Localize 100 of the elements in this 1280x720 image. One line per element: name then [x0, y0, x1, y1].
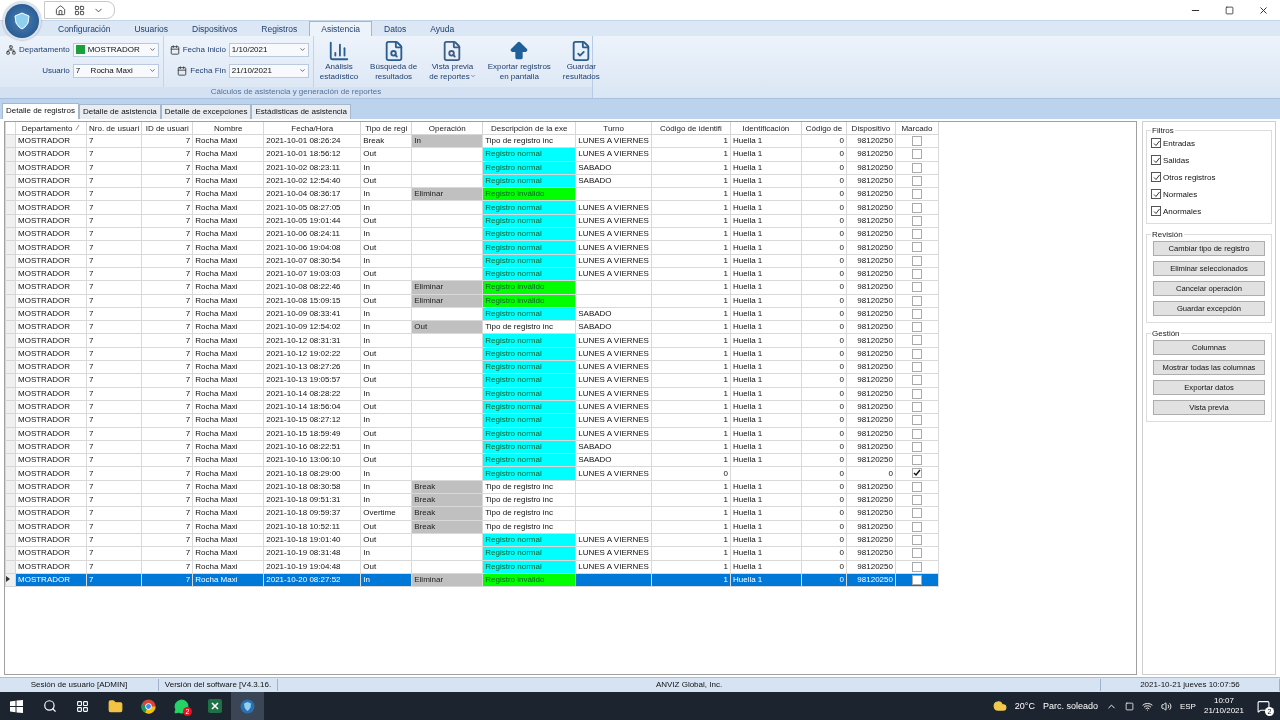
checkbox[interactable]: [911, 375, 922, 386]
checkbox-label: Otros registros: [1163, 172, 1216, 182]
calendar-icon: [169, 44, 180, 55]
taskbar-clock[interactable]: 10:07 21/10/2021: [1203, 696, 1244, 716]
checkbox[interactable]: [911, 455, 922, 466]
checkbox[interactable]: [911, 189, 922, 200]
column-header[interactable]: Descripción de la exe: [482, 122, 576, 135]
network-icon[interactable]: [1141, 700, 1153, 712]
checkbox[interactable]: [911, 401, 922, 412]
menu-tab[interactable]: Ayuda: [418, 21, 467, 36]
spreadsheet-icon: [207, 699, 222, 713]
checkbox[interactable]: [1151, 138, 1161, 148]
checkbox[interactable]: [911, 388, 922, 399]
checkbox[interactable]: [911, 335, 922, 346]
checkbox[interactable]: [911, 481, 922, 492]
checkbox-label: Salidas: [1163, 155, 1190, 165]
checkbox[interactable]: [911, 428, 922, 439]
checkbox[interactable]: [911, 308, 922, 319]
checkbox[interactable]: [911, 269, 922, 279]
ribbon-button[interactable]: Guardar resultados: [556, 36, 606, 87]
field-label: Usuario: [42, 66, 70, 75]
app-taskbar-button[interactable]: [231, 692, 264, 720]
checkbox[interactable]: [911, 322, 922, 333]
ribbon-button[interactable]: Búsqueda de resultados: [364, 36, 424, 87]
menu-tab[interactable]: Usuarios: [122, 21, 180, 36]
column-header[interactable]: Nro. de usuari: [86, 122, 142, 135]
column-header[interactable]: Fecha/Hora: [263, 122, 361, 135]
checkbox[interactable]: [911, 202, 922, 213]
browser-icon: [141, 698, 156, 714]
checkbox[interactable]: [911, 295, 922, 306]
menu-tab[interactable]: Registros: [249, 21, 310, 36]
checkbox[interactable]: [911, 136, 922, 147]
menu-tab[interactable]: Configuración: [46, 21, 123, 36]
view-tab[interactable]: Detalle de asistencia: [78, 104, 161, 119]
view-tab[interactable]: Detalle de registros: [2, 103, 79, 119]
checkbox[interactable]: [1151, 206, 1161, 216]
checkbox-label: Normales: [1163, 189, 1198, 199]
department-select[interactable]: MOSTRADOR: [72, 42, 159, 57]
ribbon-button[interactable]: Análisis estadístico: [313, 36, 365, 87]
task-view-icon: [76, 699, 89, 713]
checkbox[interactable]: [911, 561, 922, 572]
checkbox[interactable]: [911, 441, 922, 452]
checkbox[interactable]: [911, 508, 922, 519]
caret-icon: [298, 45, 306, 53]
view-tab[interactable]: Estádisticas de asistencia: [251, 104, 352, 119]
checkbox[interactable]: [911, 362, 922, 373]
folder-icon: [108, 698, 123, 714]
chat-bubble-icon: [174, 698, 189, 714]
checkbox[interactable]: [911, 348, 922, 359]
checkbox[interactable]: [911, 534, 922, 545]
volume-icon[interactable]: [1160, 700, 1172, 712]
start-date-field[interactable]: 1/10/2021: [228, 42, 309, 57]
checkbox[interactable]: [911, 229, 922, 240]
checkbox[interactable]: [911, 175, 922, 186]
grid-icon[interactable]: [74, 4, 85, 16]
column-header[interactable]: Operación: [411, 122, 483, 135]
checkbox-label: Anormales: [1163, 206, 1202, 216]
sort-icon: [75, 123, 81, 131]
status-company: ANVIZ Global, Inc.: [278, 679, 1101, 691]
column-header[interactable]: Departamento: [15, 122, 87, 135]
home-icon[interactable]: [55, 4, 66, 16]
checkbox[interactable]: [911, 255, 922, 266]
view-tab[interactable]: Detalle de excepciones: [160, 104, 252, 119]
checkbox[interactable]: [911, 468, 922, 479]
checkbox[interactable]: [911, 215, 922, 226]
column-header[interactable]: Nombre: [192, 122, 264, 135]
column-header[interactable]: Identificación: [730, 122, 802, 135]
checkbox[interactable]: [911, 574, 922, 585]
checkbox[interactable]: [1151, 189, 1161, 199]
menu-tab[interactable]: Asistencia: [309, 21, 372, 36]
end-date-field[interactable]: 21/10/2021: [228, 63, 309, 78]
checkbox[interactable]: [911, 282, 922, 293]
checkbox[interactable]: [1151, 172, 1161, 182]
checkbox[interactable]: [911, 548, 922, 559]
column-header[interactable]: Tipo de regi: [360, 122, 412, 135]
menu-tab[interactable]: Datos: [372, 21, 419, 36]
tray-app-icon[interactable]: [1124, 701, 1134, 711]
checkbox[interactable]: [911, 495, 922, 506]
ribbon-button[interactable]: Vista previa de reportes: [423, 36, 482, 87]
temperature: 20°C: [1014, 701, 1035, 711]
column-header[interactable]: Código de: [801, 122, 847, 135]
group-title: Filtros: [1151, 126, 1175, 135]
weather-icon[interactable]: [992, 699, 1007, 713]
checkbox[interactable]: [911, 149, 922, 160]
checkbox[interactable]: [911, 242, 922, 253]
checkbox[interactable]: [911, 415, 922, 426]
checkbox[interactable]: [911, 521, 922, 532]
column-header[interactable]: Turno: [575, 122, 652, 135]
checkbox-label: Entradas: [1163, 138, 1196, 148]
menu-tab[interactable]: Dispositivos: [180, 21, 250, 36]
column-header[interactable]: Marcado: [895, 122, 939, 135]
column-header[interactable]: ID de usuari: [141, 122, 193, 135]
notification-icon: [1256, 699, 1270, 713]
language-indicator[interactable]: ESP: [1179, 701, 1196, 711]
checkbox[interactable]: [1151, 155, 1161, 165]
ribbon-button[interactable]: Exportar registros en pantalla: [481, 36, 557, 87]
user-select[interactable]: 7 Rocha Maxi: [72, 63, 159, 78]
column-header[interactable]: Código de identifi: [651, 122, 731, 135]
column-header[interactable]: Dispositivo: [846, 122, 896, 135]
checkbox[interactable]: [911, 162, 922, 173]
